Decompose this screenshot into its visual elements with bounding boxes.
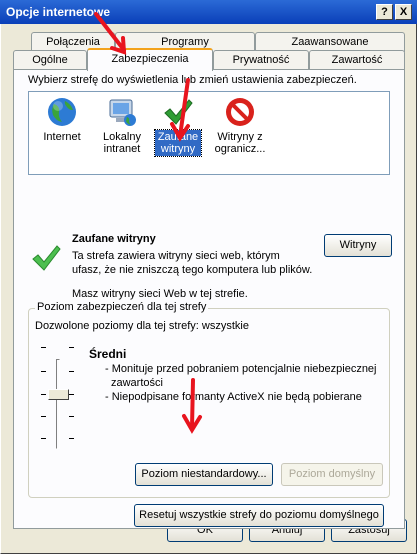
red-arrow-icon — [94, 12, 127, 55]
red-arrow-icon — [182, 378, 202, 434]
red-arrow-icon — [170, 78, 190, 142]
annotation-arrows — [94, 12, 202, 434]
